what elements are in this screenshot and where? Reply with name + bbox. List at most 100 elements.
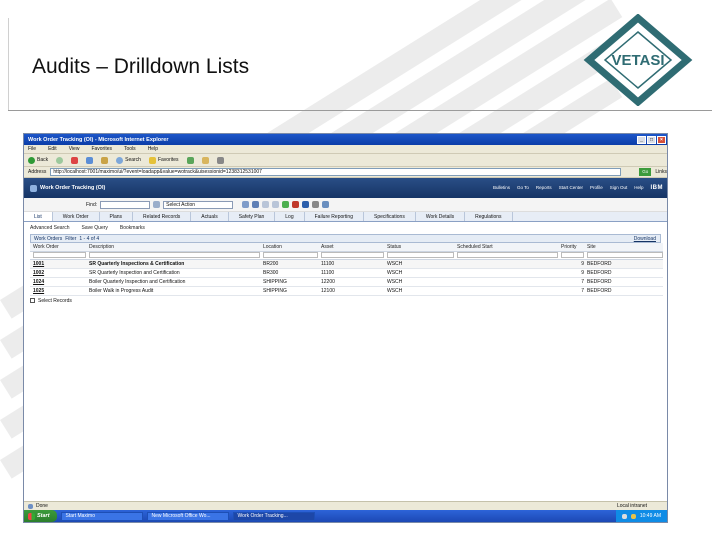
tab-regulations[interactable]: Regulations [465,212,513,221]
bookmarks-button[interactable]: Bookmarks [120,225,145,231]
table-row[interactable]: 1024 Boiler Quarterly Inspection and Cer… [30,277,663,287]
nav-bulletins[interactable]: Bulletins [493,185,510,191]
column-header[interactable]: Asset [318,243,384,252]
filter-input[interactable] [387,252,454,258]
route-icon[interactable] [302,201,310,208]
column-header[interactable]: Location [260,243,318,252]
ibm-logo: IBM [650,185,663,191]
minimize-button[interactable]: _ [637,135,646,144]
work-order-link[interactable]: 1002 [30,268,86,278]
column-header[interactable]: Description [86,243,260,252]
work-order-link[interactable]: 1024 [30,277,86,287]
new-record-icon[interactable] [242,201,250,208]
refresh-button[interactable] [86,156,94,164]
tab-work-details[interactable]: Work Details [416,212,466,221]
taskbar-item[interactable]: New Microsoft Office Wo... [146,511,229,521]
advanced-search-button[interactable]: Advanced Search [30,225,69,231]
tab-list[interactable]: List [24,212,53,221]
links-label[interactable]: Links [655,169,667,175]
maximize-button[interactable]: □ [647,135,656,144]
filter-button[interactable]: Filter [65,236,76,242]
reject-icon[interactable] [292,201,300,208]
save-query-button[interactable]: Save Query [81,225,107,231]
tab-related-records[interactable]: Related Records [133,212,192,221]
column-header[interactable]: Work Order [30,243,86,252]
tab-safety-plan[interactable]: Safety Plan [229,212,276,221]
print-icon[interactable] [312,201,320,208]
filter-input[interactable] [457,252,558,258]
tab-actuals[interactable]: Actuals [191,212,229,221]
nav-reports[interactable]: Reports [536,185,552,191]
tray-icon[interactable] [630,513,636,519]
table-cell: 12200 [318,277,384,287]
tab-work-order[interactable]: Work Order [53,212,100,221]
table-cell: 9 [558,259,584,269]
tab-failure-reporting[interactable]: Failure Reporting [305,212,364,221]
work-order-link[interactable]: 1001 [30,259,86,269]
table-cell: WSCH [384,277,454,287]
forward-button[interactable] [56,156,64,164]
filter-input[interactable] [321,252,384,258]
menu-edit[interactable]: Edit [48,146,57,152]
menu-tools[interactable]: Tools [124,146,136,152]
favorites-button[interactable]: Favorites [148,156,179,164]
save-icon[interactable] [252,201,260,208]
column-header[interactable]: Priority [558,243,584,252]
taskbar-item[interactable]: Start Maximo [60,511,143,521]
work-order-link[interactable]: 1025 [30,286,86,296]
next-icon[interactable] [272,201,280,208]
select-records-checkbox[interactable] [30,298,35,303]
close-button[interactable]: × [657,135,666,144]
go-button[interactable]: Go [639,168,652,176]
table-cell: WSCH [384,286,454,296]
select-action-dropdown[interactable]: Select Action [163,200,234,209]
search-icon[interactable] [153,201,161,208]
find-input[interactable] [100,200,151,209]
menu-help[interactable]: Help [148,146,158,152]
attach-icon[interactable] [322,201,330,208]
table-row[interactable]: 1002 SR Quarterly Inspection and Certifi… [30,268,663,278]
column-header[interactable]: Site [584,243,663,252]
mail-button[interactable] [201,156,209,164]
home-button[interactable] [101,156,109,164]
nav-goto[interactable]: Go To [517,185,529,191]
filter-input[interactable] [33,252,86,258]
tab-specifications[interactable]: Specifications [364,212,416,221]
stop-button[interactable] [71,156,79,164]
work-order-table: Work Order Description Location Asset St… [30,243,663,296]
taskbar-item[interactable]: Work Order Tracking... [232,511,315,521]
address-input[interactable]: http://localhost:7001/maximo/ui/?event=l… [50,168,622,176]
mail-icon [201,156,209,164]
app-header: Work Order Tracking (OI) Bulletins Go To… [24,178,667,198]
print-button[interactable] [216,156,224,164]
column-header[interactable]: Scheduled Start [454,243,558,252]
nav-sign-out[interactable]: Sign Out [610,185,628,191]
nav-help[interactable]: Help [634,185,643,191]
start-button[interactable]: Start [24,510,57,522]
filter-input[interactable] [561,252,584,258]
back-button[interactable]: Back [28,156,48,164]
menu-view[interactable]: View [69,146,80,152]
nav-profile[interactable]: Profile [590,185,603,191]
filter-input[interactable] [587,252,663,258]
tab-log[interactable]: Log [275,212,305,221]
menu-favorites[interactable]: Favorites [91,146,112,152]
tab-plans[interactable]: Plans [100,212,134,221]
logo-text: VETASI [611,52,664,69]
search-button[interactable]: Search [116,156,141,164]
filter-input[interactable] [89,252,260,258]
approve-icon[interactable] [282,201,290,208]
filter-input[interactable] [263,252,318,258]
column-header[interactable]: Status [384,243,454,252]
table-cell: 11100 [318,268,384,278]
table-row[interactable]: 1025 Boiler Walk in Progress Audit SHIPP… [30,286,663,296]
select-records-option[interactable]: Select Records [30,297,661,305]
menu-file[interactable]: File [28,146,36,152]
nav-start-center[interactable]: Start Center [559,185,583,191]
tray-icon[interactable] [621,513,627,519]
previous-icon[interactable] [262,201,270,208]
history-button[interactable] [186,156,194,164]
table-row[interactable]: 1001 SR Quarterly Inspections & Certific… [30,259,663,269]
list-title: Work Orders [34,235,63,242]
download-link[interactable]: Download [634,236,656,242]
